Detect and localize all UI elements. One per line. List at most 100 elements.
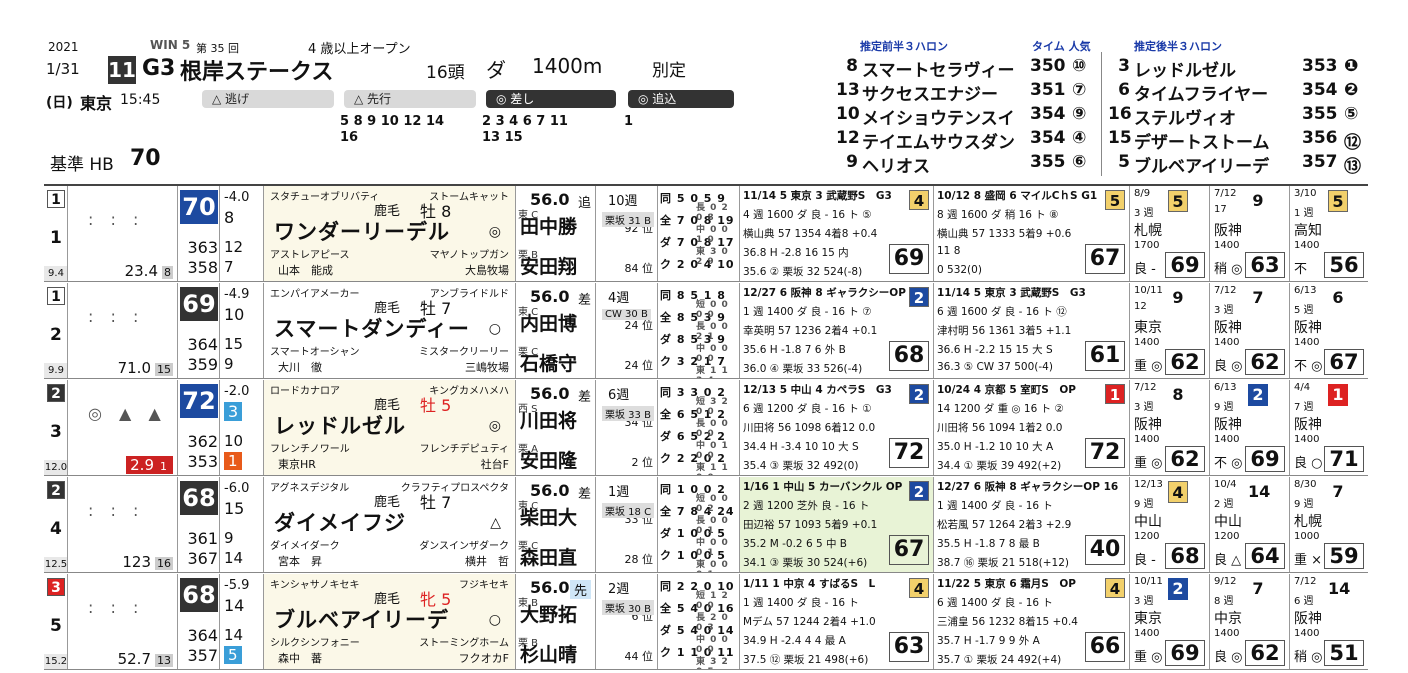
odds-rank: 12.5 [44, 557, 67, 572]
past-race-line: 川田将 56 1094 1着2 0.0 [937, 422, 1063, 434]
past-race-line: 横山典 57 1354 4着8 +0.4 [743, 228, 878, 240]
popularity: 13 [155, 654, 173, 667]
waku-cell: 1 1 9.4 [44, 186, 68, 281]
past-race-cell[interactable]: 12/27 6 阪神 8 ギャラクシーOP 16 1 週 1400 ダ 良 - 1… [934, 477, 1130, 572]
jockey-name: 柴田大 [520, 507, 578, 529]
horse-cell[interactable]: エンパイアメーカー アンブライドルド 鹿毛牡 7 スマートダンディー ○ スマートオーシャ… [264, 283, 516, 378]
older-race-cond: 良 - [1134, 262, 1156, 277]
past-race-finish: 2 [909, 384, 929, 404]
pred-horse-name: デザートストーム [1134, 133, 1270, 153]
pred-horse-name: レッドルゼル [1134, 61, 1236, 81]
pred-time: 355 [1030, 152, 1066, 172]
breeder-name: 三嶋牧場 [465, 361, 509, 374]
index-r1: 361 [187, 529, 218, 548]
past-race-cell[interactable]: 11/14 5 東京 3 武蔵野S G3 4 週 1600 ダ 良 - 16 ト … [740, 186, 934, 281]
prediction-marks: : : : [88, 598, 145, 617]
older-race-finish: 8 [1172, 385, 1184, 404]
past-race-cell[interactable]: 1/16 1 中山 5 カーバンクル OP 2 週 1200 芝外 良 - 16 … [740, 477, 934, 572]
index-diff-rank: 10 [224, 305, 245, 324]
dam-sire: ストーミングホーム [419, 638, 509, 649]
marks-cell: ◎ ▲ ▲ 2.9 1 [68, 380, 178, 475]
older-race-cell[interactable]: 7/12 9 17 阪神 1400 稍 ◎ 63 [1210, 186, 1290, 281]
past-race-score: 66 [1085, 632, 1125, 662]
horse-mark: ○ [488, 612, 501, 628]
table-row[interactable]: 2 4 12.5: : : 123 16 68 361 367 -6.0 15 9 14 アグネスデジタ… [44, 477, 1368, 573]
race-name: 根岸ステークス [180, 60, 334, 85]
index-cell: 72 362 353 [178, 380, 220, 475]
older-race-cond: 稍 ◎ [1294, 650, 1323, 665]
horse-cell[interactable]: スタチューオブリバティ ストームキャット 鹿毛牡 8 ワンダーリーデル ◎ アストレアピー… [264, 186, 516, 281]
past-race-line: 1 週 1400 ダ 良 - 16 ト [743, 597, 859, 609]
marks-cell: : : :23.4 8 [68, 186, 178, 281]
past-race-cell[interactable]: 11/14 5 東京 3 武蔵野S G3 6 週 1600 ダ 良 - 16 ト … [934, 283, 1130, 378]
past-race-cell[interactable]: 12/13 5 中山 4 カペラS G3 6 週 1200 ダ 良 - 16 ト … [740, 380, 934, 475]
older-race-cell[interactable]: 10/11 9 12 東京 1400 重 ◎ 62 [1130, 283, 1210, 378]
past-race-line: Mデム 57 1244 2着4 +1.0 [743, 616, 876, 628]
past-race-cell[interactable]: 11/22 5 東京 6 霜月S OP 6 週 1400 ダ 良 - 16 ト三浦… [934, 574, 1130, 669]
older-race-cond: 不 ◎ [1294, 359, 1323, 374]
older-race-cell[interactable]: 8/30 7 9 週札幌 1000 重 × 59 [1290, 477, 1368, 572]
older-race-score: 59 [1324, 543, 1364, 569]
past-race-cell[interactable]: 10/12 8 盛岡 6 マイルCｈS G1 8 週 1600 ダ 稍 16 ト … [934, 186, 1130, 281]
older-race-venue: 阪神 [1294, 320, 1322, 336]
older-race-date: 9/12 [1214, 576, 1237, 587]
older-race-cell[interactable]: 10/4 14 2 週中山 1200 良 △ 64 [1210, 477, 1290, 572]
jockey-cell[interactable]: 56.0 差西 S 川田将栗 A 安田隆 [516, 380, 596, 475]
past-race-cell[interactable]: 10/24 4 京都 5 室町S OP 14 1200 ダ 重 ◎ 16 ト ② 川… [934, 380, 1130, 475]
index-r2: 353 [187, 452, 218, 471]
older-race-date: 10/11 [1134, 285, 1163, 296]
older-race-cell[interactable]: 7/12 8 3 週阪神 1400 重 ◎ 62 [1130, 380, 1210, 475]
past-race-line: 35.7 H -1.7 9 9 外 A [937, 635, 1040, 647]
breeder-name: 大島牧場 [465, 264, 509, 277]
jockey-cell[interactable]: 56.0 差東 C 内田博栗 C 石橋守 [516, 283, 596, 378]
sire-of-dam: フジキセキ [459, 580, 509, 591]
horse-cell[interactable]: ロードカナロア キングカメハメハ 鹿毛牡 5 レッドルゼル ◎ フレンチノワール フレンチデ… [264, 380, 516, 475]
past-race-line: 34.4 H -3.4 10 10 大 S [743, 441, 859, 453]
horse-cell[interactable]: キンシャサノキセキ フジキセキ 鹿毛牝 5 ブルベアイリーデ ○ シルクシンフォニー ストー… [264, 574, 516, 669]
older-race-finish: 1 [1328, 384, 1348, 406]
older-race-cell[interactable]: 3/10 5 1 週高知 1400 不 56 [1290, 186, 1368, 281]
older-race-distance: 1700 [1134, 240, 1160, 251]
jockey-cell[interactable]: 56.0 追東 C 田中勝栗 B 安田翔 [516, 186, 596, 281]
horse-name: レッドルゼル [274, 414, 406, 438]
breeder-name: 横井 哲 [465, 555, 509, 568]
older-race-cell[interactable]: 4/4 1 7 週阪神 1400 良 ○ 71 [1290, 380, 1368, 475]
base-label: 基準 HB [50, 155, 114, 175]
horse-cell[interactable]: アグネスデジタル クラフティプロスペクタ 鹿毛牡 7 ダイメイフジ △ ダイメイダーク ダン… [264, 477, 516, 572]
older-race-cell[interactable]: 8/9 5 3 週札幌 1700 良 - 69 [1130, 186, 1210, 281]
past-race-line: 6 週 1200 ダ 良 - 16 ト ① [743, 403, 872, 415]
pred-horse-no: 9 [846, 152, 858, 172]
jockey-cell[interactable]: 56.0 差東 C 柴田大栗 C 森田直 [516, 477, 596, 572]
waku-cell: 2 4 12.5 [44, 477, 68, 572]
older-race-cell[interactable]: 6/13 2 9 週阪神 1400 不 ◎ 69 [1210, 380, 1290, 475]
past-race-score: 61 [1085, 341, 1125, 371]
past-race-line: 三浦皇 56 1232 8着15 +0.4 [937, 616, 1078, 628]
older-race-cell[interactable]: 7/12 7 3 週阪神 1400 良 ◎ 62 [1210, 283, 1290, 378]
pred-horse-name: テイエムサウスダン [862, 133, 1015, 153]
older-race-cell[interactable]: 7/12 14 6 週阪神 1400 稍 ◎ 51 [1290, 574, 1368, 669]
past-race-cell[interactable]: 1/11 1 中京 4 すばるS L 1 週 1400 ダ 良 - 16 ト Mデム… [740, 574, 934, 669]
training-cell: 34 位2 位 6週 栗坂 33 B [596, 380, 658, 475]
table-row[interactable]: 1 2 9.9: : :71.0 15 69 364 359 -4.9 10 15 9 エンパイアメー… [44, 283, 1368, 379]
older-race-cell[interactable]: 9/12 7 8 週中京 1400 良 ◎ 62 [1210, 574, 1290, 669]
table-row[interactable]: 1 1 9.4: : :23.4 8 70 363 358 -4.0 8 12 7 スタチューオブリバ… [44, 186, 1368, 282]
older-race-finish: 14 [1328, 579, 1351, 598]
pred-horse-no: 16 [1108, 104, 1132, 124]
older-race-score: 62 [1165, 349, 1205, 375]
past-race-line: 田辺裕 57 1093 5着9 +0.1 [743, 519, 878, 531]
older-race-cell[interactable]: 6/13 6 5 週阪神 1400 不 ◎ 67 [1290, 283, 1368, 378]
pred-popularity: ❶ [1344, 56, 1359, 76]
older-race-cell[interactable]: 12/13 4 9 週中山 1200 良 - 68 [1130, 477, 1210, 572]
table-row[interactable]: 3 5 15.2: : : 52.7 13 68 364 357 -5.9 14 14 5 キンシャサノ… [44, 574, 1368, 670]
index-diff: -6.0 [224, 481, 250, 496]
older-race-finish: 7 [1332, 482, 1344, 501]
index-r2: 358 [187, 258, 218, 277]
pace-sashi-nums: 2 3 4 6 7 11 [482, 114, 568, 129]
table-row[interactable]: 2 3 12.0 ◎ ▲ ▲ 2.9 1 72 362 353 -2.0 3 10 1 ロードカナロア キン… [44, 380, 1368, 476]
jockey-cell[interactable]: 56.0 先東 B 大野拓栗 B 杉山晴 [516, 574, 596, 669]
pred-back-title: 推定後半３ハロン [1134, 40, 1222, 53]
older-race-cell[interactable]: 10/11 2 3 週東京 1400 重 ◎ 69 [1130, 574, 1210, 669]
race-date: 1/31 [46, 60, 80, 78]
past-race-cell[interactable]: 12/27 6 阪神 8 ギャラクシーOP 1 週 1400 ダ 良 - 16 ト… [740, 283, 934, 378]
older-race-weeks: 3 週 [1134, 402, 1154, 413]
